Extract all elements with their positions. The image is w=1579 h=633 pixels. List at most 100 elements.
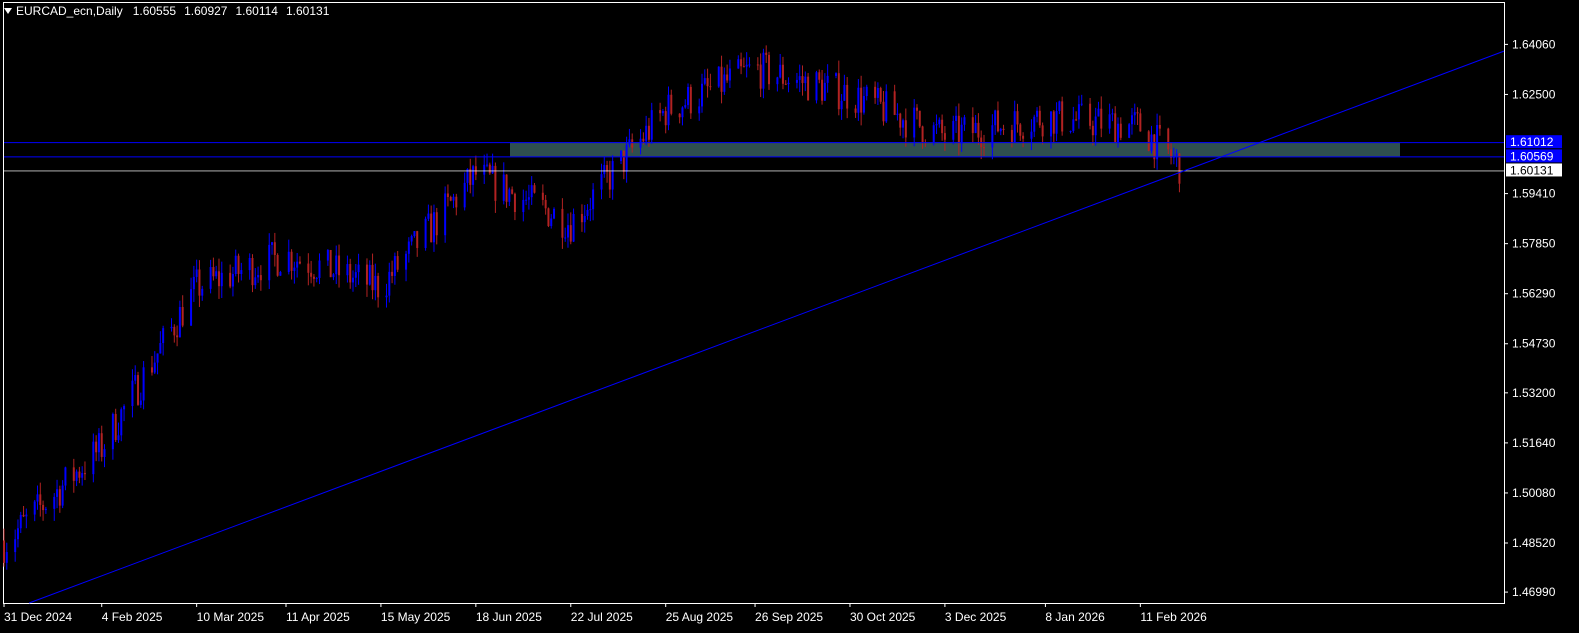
candle-body — [75, 471, 78, 481]
candle-body — [170, 326, 173, 329]
candle-body — [723, 74, 726, 92]
candle-body — [97, 433, 100, 453]
candle-body — [879, 88, 882, 102]
candle-body — [846, 84, 849, 109]
candle-body — [159, 343, 162, 354]
candle-body — [865, 86, 868, 97]
candle-body — [628, 139, 631, 145]
price-chart[interactable]: 1.64060 1.62500 1.59410 1.57850 1.56290 1.547… — [0, 0, 1579, 633]
candle-body — [748, 64, 751, 66]
x-tick-label: 30 Oct 2025 — [850, 610, 916, 624]
candle-body — [1133, 112, 1136, 116]
candle-body — [220, 272, 223, 287]
candle-body — [768, 54, 771, 85]
candle-body — [486, 164, 489, 166]
y-tick-label: 1.57850 — [1512, 237, 1556, 251]
chart-background — [0, 0, 1579, 633]
candle-body — [427, 213, 430, 219]
candle-body — [25, 514, 28, 517]
candle-body — [346, 264, 349, 276]
x-tick-label: 25 Aug 2025 — [666, 610, 734, 624]
candle-body — [991, 125, 994, 148]
candle-body — [1100, 108, 1103, 129]
candle-body — [740, 59, 743, 67]
candle-body — [1019, 124, 1022, 136]
candle-body — [862, 96, 865, 113]
candle-body — [1158, 125, 1161, 129]
candle-body — [318, 260, 321, 278]
level-tag-label-2: 1.60569 — [1510, 149, 1554, 163]
candle-body — [580, 213, 583, 223]
candle-body — [296, 261, 299, 268]
candle-body — [1061, 101, 1064, 132]
y-tick-label: 1.50080 — [1512, 486, 1556, 500]
candle-body — [1077, 104, 1080, 120]
candle-body — [854, 108, 857, 113]
candle-body — [335, 255, 338, 275]
candle-body — [388, 271, 391, 296]
candle-body — [72, 467, 75, 481]
candle-body — [659, 110, 662, 114]
y-tick-label: 1.56290 — [1512, 287, 1556, 301]
open-value: 1.60555 — [132, 4, 177, 18]
candle-body — [1167, 128, 1170, 150]
candle-body — [257, 275, 260, 278]
candle-body — [1022, 135, 1025, 139]
candle-body — [837, 73, 840, 110]
x-tick-label: 15 May 2025 — [381, 610, 451, 624]
dropdown-triangle-icon[interactable] — [4, 8, 12, 14]
candle-body — [58, 489, 61, 506]
candle-body — [1114, 113, 1117, 143]
candle-body — [994, 110, 997, 126]
candle-body — [217, 271, 220, 287]
candle-body — [472, 166, 475, 185]
candle-body — [999, 128, 1002, 132]
candle-body — [932, 125, 935, 143]
candle-body — [650, 110, 653, 140]
candle-body — [131, 380, 134, 407]
candle-body — [787, 82, 790, 85]
candle-body — [921, 126, 924, 143]
candle-body — [779, 64, 782, 78]
x-tick-label: 18 Jun 2025 — [476, 610, 542, 624]
candle-body — [815, 72, 818, 101]
candle-body — [271, 242, 274, 245]
candle-body — [541, 192, 544, 200]
candle-body — [310, 272, 313, 277]
candle-body — [1075, 119, 1078, 121]
candle-body — [874, 86, 877, 98]
candle-body — [762, 52, 765, 89]
candle-body — [684, 105, 687, 108]
candle-body — [622, 150, 625, 172]
candle-body — [22, 514, 25, 517]
candle-body — [645, 125, 648, 142]
candle-body — [996, 110, 999, 132]
candle-body — [564, 237, 567, 239]
candle-body — [268, 244, 271, 281]
candle-body — [181, 307, 184, 326]
candle-body — [279, 271, 282, 276]
candle-body — [329, 250, 332, 278]
candle-body — [1036, 110, 1039, 117]
candle-body — [488, 164, 491, 174]
candle-body — [1178, 153, 1181, 184]
candle-body — [1072, 119, 1075, 131]
candle-body — [801, 76, 804, 84]
candle-body — [354, 272, 357, 278]
candle-body — [726, 74, 729, 81]
candle-body — [678, 113, 681, 118]
candle-body — [625, 144, 628, 172]
candle-body — [150, 367, 153, 373]
candle-body — [368, 264, 371, 285]
candle-body — [572, 213, 575, 242]
candle-body — [287, 251, 290, 272]
candle-body — [1052, 111, 1055, 134]
candle-body — [240, 270, 243, 274]
candle-body — [16, 528, 19, 540]
candle-body — [103, 449, 106, 457]
candle-body — [326, 250, 329, 261]
candle-body — [957, 115, 960, 144]
candle-body — [720, 66, 723, 92]
candle-body — [620, 150, 623, 162]
candle-body — [374, 275, 377, 291]
